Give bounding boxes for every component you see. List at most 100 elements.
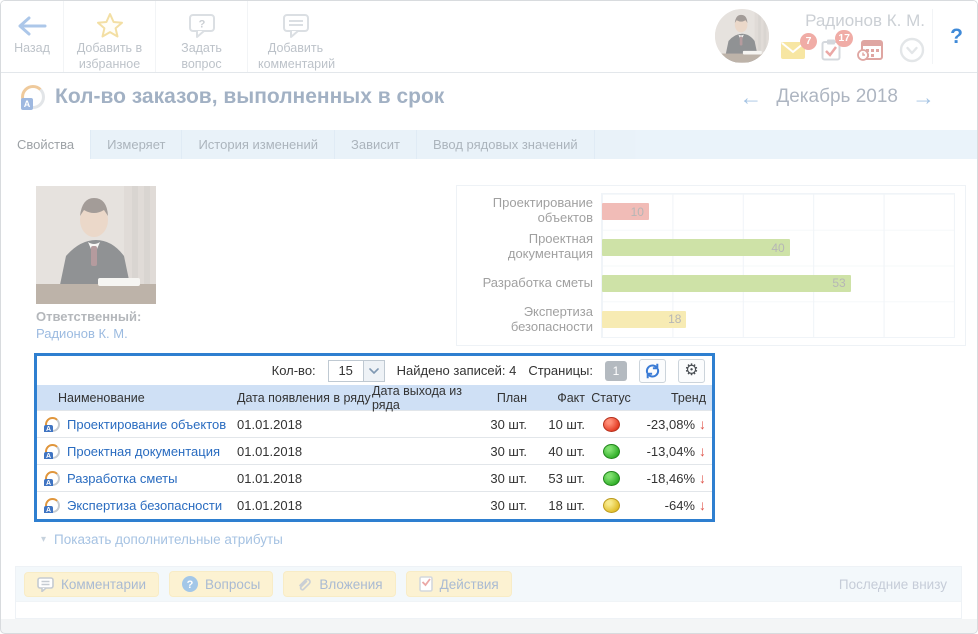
period-label: Декабрь 2018 (776, 86, 898, 108)
responsible-name-link[interactable]: Радионов К. М. (36, 326, 166, 341)
help-button[interactable]: ? (950, 25, 963, 49)
chart-bar-value: 10 (631, 205, 644, 219)
order-hint: Последние внизу (839, 577, 953, 592)
status-indicator (603, 471, 620, 486)
status-indicator (603, 498, 620, 513)
kpi-gauge-icon: A (45, 471, 60, 486)
page-size-value: 15 (328, 360, 364, 382)
add-favorite-label: Добавить в избранное (74, 41, 145, 72)
question-circle-icon: ? (182, 576, 198, 592)
trend-down-icon: ↓ (699, 497, 706, 513)
page-title: Кол-во заказов, выполненных в срок (55, 85, 444, 109)
page-number-button[interactable]: 1 (605, 361, 627, 381)
prev-period-button[interactable]: ← (739, 86, 762, 109)
trend-down-icon: ↓ (699, 443, 706, 459)
chart-category-label: Проектирование объектов (463, 193, 601, 229)
user-name[interactable]: Радионов К. М. (781, 11, 925, 31)
user-avatar[interactable] (715, 9, 769, 63)
tasks-notifications-button[interactable]: 17 (821, 39, 841, 66)
row-date-in: 01.01.2018 (237, 471, 372, 486)
row-trend: -18,46% (647, 471, 695, 486)
kpi-table-panel: Кол-во: 15 Найдено записей: 4 Страницы: … (34, 353, 715, 522)
row-date-in: 01.01.2018 (237, 444, 372, 459)
kpi-gauge-icon: A (45, 498, 60, 513)
row-plan: 30 шт. (472, 417, 527, 432)
col-plan: План (472, 391, 527, 405)
col-status: Статус (585, 391, 637, 405)
next-period-button[interactable]: → (912, 86, 935, 109)
paperclip-icon (296, 576, 312, 592)
question-bubble-icon: ? (166, 11, 237, 41)
tab-change-history[interactable]: История изменений (182, 130, 335, 159)
row-trend: -13,04% (647, 444, 695, 459)
add-favorite-button[interactable]: Добавить в избранное (63, 1, 155, 72)
footer-panel: Комментарии ? Вопросы Вложения Действия … (15, 566, 962, 619)
user-area: Радионов К. М. 7 17 (715, 9, 925, 68)
user-menu-button[interactable] (899, 37, 925, 68)
document-check-icon (419, 576, 433, 592)
table-row[interactable]: AПроектирование объектов 01.01.2018 30 ш… (37, 410, 712, 437)
comment-bubble-icon (258, 11, 333, 41)
add-comment-button[interactable]: Добавить комментарий (247, 1, 343, 72)
row-fact: 18 шт. (527, 498, 585, 513)
row-name-link[interactable]: Проектная документация (67, 444, 220, 459)
chevron-down-icon (364, 360, 385, 382)
chart-bar: 18 (602, 311, 686, 328)
row-name-link[interactable]: Разработка сметы (67, 471, 177, 486)
comments-label: Комментарии (61, 577, 146, 592)
table-row[interactable]: AЭкспертиза безопасности 01.01.2018 30 ш… (37, 491, 712, 518)
chart-bar: 53 (602, 275, 851, 292)
count-label: Кол-во: (272, 363, 316, 378)
show-additional-attributes-link[interactable]: ▾ Показать дополнительные атрибуты (41, 532, 283, 547)
found-records: Найдено записей: 4 (397, 363, 517, 378)
tab-series-input[interactable]: Ввод рядовых значений (417, 130, 595, 159)
refresh-button[interactable] (639, 359, 666, 383)
comments-button[interactable]: Комментарии (24, 572, 159, 597)
trend-down-icon: ↓ (699, 416, 706, 432)
row-name-link[interactable]: Проектирование объектов (67, 417, 226, 432)
actions-button[interactable]: Действия (406, 571, 512, 597)
page-size-select[interactable]: 15 (328, 360, 385, 382)
row-date-in: 01.01.2018 (237, 417, 372, 432)
row-trend: -23,08% (647, 417, 695, 432)
app-surface: Назад Добавить в избранное ? Задать вопр… (1, 1, 977, 619)
col-date-out: Дата выхода из ряда (372, 384, 472, 412)
tab-properties[interactable]: Свойства (1, 130, 91, 159)
found-value: 4 (509, 363, 516, 378)
col-trend: Тренд (637, 391, 712, 405)
chart-category-label: Разработка сметы (463, 266, 601, 302)
row-name-link[interactable]: Экспертиза безопасности (67, 498, 222, 513)
attachments-button[interactable]: Вложения (283, 571, 395, 597)
chevron-down-circle-icon (899, 37, 925, 63)
add-comment-label: Добавить комментарий (258, 41, 333, 72)
responsible-block: Ответственный: Радионов К. М. (36, 186, 166, 341)
row-trend: -64% (665, 498, 695, 513)
tab-depends[interactable]: Зависит (335, 130, 417, 159)
tab-measures[interactable]: Измеряет (91, 130, 182, 159)
ask-question-button[interactable]: ? Задать вопрос (155, 1, 247, 72)
chart-bar-value: 53 (832, 276, 845, 290)
chart-bar-value: 18 (668, 312, 681, 326)
found-label: Найдено записей: (397, 363, 506, 378)
back-arrow-icon (11, 11, 53, 41)
chart-category-label: Экспертиза безопасности (463, 302, 601, 338)
calendar-clock-icon (857, 39, 883, 61)
attachments-label: Вложения (319, 577, 382, 592)
back-button[interactable]: Назад (1, 1, 63, 72)
col-fact: Факт (527, 391, 585, 405)
mail-notifications-button[interactable]: 7 (781, 42, 805, 64)
tasks-badge: 17 (835, 30, 853, 47)
calendar-button[interactable] (857, 39, 883, 66)
col-name: Наименование (37, 391, 237, 405)
status-indicator (603, 417, 620, 432)
table-row[interactable]: AПроектная документация 01.01.2018 30 шт… (37, 437, 712, 464)
table-row[interactable]: AРазработка сметы 01.01.2018 30 шт. 53 ш… (37, 464, 712, 491)
questions-button[interactable]: ? Вопросы (169, 571, 273, 597)
toolbar-divider (932, 9, 933, 64)
trend-down-icon: ↓ (699, 470, 706, 486)
col-date-in: Дата появления в ряду (237, 391, 372, 405)
chart-bar: 10 (602, 203, 649, 220)
actions-label: Действия (440, 577, 499, 592)
row-plan: 30 шт. (472, 444, 527, 459)
settings-button[interactable]: ⚙ (678, 359, 705, 383)
